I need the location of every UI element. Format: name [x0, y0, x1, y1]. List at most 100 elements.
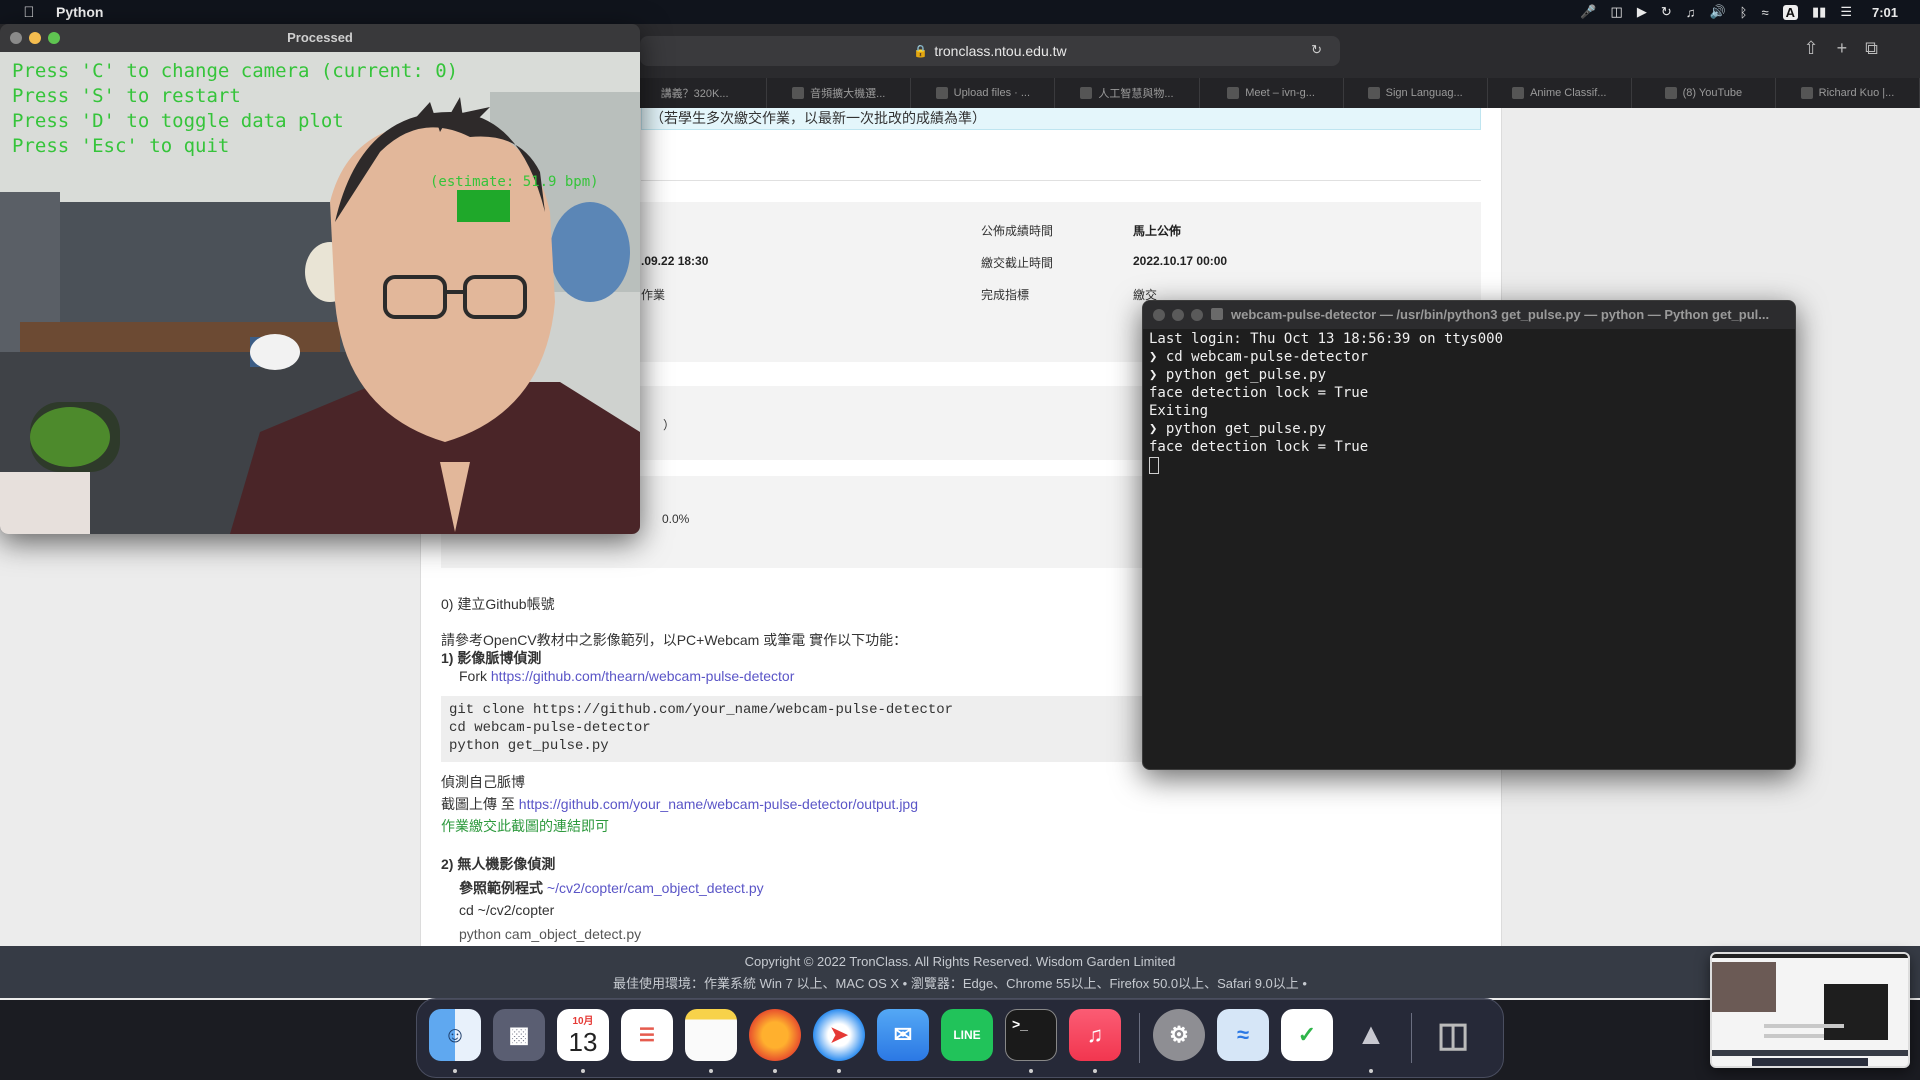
zoom-button[interactable]	[48, 32, 60, 44]
tab-item[interactable]: Meet – ivn-g...	[1200, 78, 1344, 108]
start-time-value: .09.22 18:30	[641, 254, 709, 268]
share-icon[interactable]: ⇧	[1804, 38, 1837, 58]
terminal-cursor	[1149, 457, 1159, 474]
terminal-window[interactable]: webcam-pulse-detector — /usr/bin/python3…	[1142, 300, 1796, 770]
close-button[interactable]	[1153, 309, 1165, 321]
code-line: git clone https://github.com/your_name/w…	[449, 702, 954, 718]
battery-icon[interactable]: ▮▮	[1812, 4, 1826, 20]
tab-item[interactable]: Upload files · ...	[911, 78, 1056, 108]
system-preferences-icon[interactable]: ⚙	[1153, 1009, 1205, 1061]
deadline-label: 繳交截止時間	[981, 256, 1054, 270]
rocket-icon[interactable]: ▲	[1345, 1009, 1397, 1061]
lock-icon: 🔒	[913, 44, 929, 58]
dock-separator	[1411, 1013, 1412, 1063]
tab-item[interactable]: 音頻擴大機選...	[767, 78, 912, 108]
terminal-output[interactable]: Last login: Thu Oct 13 18:56:39 on ttys0…	[1149, 331, 1503, 475]
finder-icon[interactable]: ☺	[429, 1009, 481, 1061]
type-value: 作業	[641, 288, 666, 302]
music-icon[interactable]: ♫	[1069, 1009, 1121, 1061]
code-line: python get_pulse.py	[449, 738, 609, 754]
wireless-diagnostics-icon[interactable]: ≈	[1217, 1009, 1269, 1061]
line-icon[interactable]: LINE	[941, 1009, 993, 1061]
play-icon[interactable]: ▶	[1637, 4, 1647, 20]
minimize-button[interactable]	[1172, 309, 1184, 321]
screen-mirror-icon[interactable]: ◫	[1611, 4, 1623, 20]
footer-copyright: Copyright © 2022 TronClass. All Rights R…	[744, 954, 1176, 969]
fork-label: Fork	[459, 668, 487, 684]
tab-overview-icon[interactable]: ⧉	[1865, 38, 1896, 58]
calendar-icon[interactable]: 10月 13	[557, 1009, 609, 1061]
submit-note: 作業繳交此截圖的連結即可	[441, 818, 609, 834]
reload-icon[interactable]: ↻	[1311, 42, 1328, 58]
tab-item[interactable]: (8) YouTube	[1632, 78, 1776, 108]
upload-label: 截圖上傳 至	[441, 796, 515, 812]
apple-menu-icon[interactable]: 	[20, 4, 38, 21]
tab-item[interactable]: Richard Kuo |...	[1776, 78, 1920, 108]
meet-icon	[1227, 87, 1240, 99]
address-bar[interactable]: 🔒 tronclass.ntou.edu.tw ↻	[640, 36, 1340, 66]
overlay-line: Press 'Esc' to quit	[12, 135, 230, 157]
tab-item[interactable]: 講義？320K...	[623, 78, 768, 108]
close-button[interactable]	[10, 32, 22, 44]
ref-link[interactable]: ~/cv2/copter/cam_object_detect.py	[547, 880, 764, 896]
new-tab-icon[interactable]: +	[1837, 38, 1866, 58]
notes-icon[interactable]	[685, 1009, 737, 1061]
footer-environment: 最佳使用環境：作業系統 Win 7 以上、MAC OS X • 瀏覽器：Edge…	[613, 976, 1307, 991]
tab-item[interactable]: Sign Languag...	[1344, 78, 1488, 108]
time-machine-icon[interactable]: ↻	[1661, 4, 1672, 20]
running-indicator	[453, 1069, 457, 1073]
step-2: 2) 無人機影像偵測	[441, 856, 556, 872]
running-indicator	[773, 1069, 777, 1073]
music-note-icon[interactable]: ♫	[1686, 5, 1696, 20]
dock: ☺ ▩ 10月 13 ☰ ➤ ✉ LINE >_ ♫ ⚙ ≈ ✓ ▲ ◫	[416, 998, 1504, 1078]
code-line: cd webcam-pulse-detector	[449, 720, 651, 736]
youtube-icon	[1664, 87, 1677, 99]
ref-label: 參照範例程式	[459, 880, 543, 896]
ref-line: 參照範例程式 ~/cv2/copter/cam_object_detect.py	[459, 878, 764, 898]
menu-bar:  Python 🎤 ◫ ▶ ↻ ♫ 🔊 ᛒ ≈ A ▮▮ ☰ 7:01	[0, 0, 1920, 24]
terminal-line: face detection lock = True	[1149, 439, 1369, 455]
control-center-icon[interactable]: ☰	[1840, 4, 1852, 20]
tab-favicon-icon	[1080, 87, 1093, 99]
tab-item[interactable]: 人工智慧與物...	[1055, 78, 1200, 108]
deadline-value: 2022.10.17 00:00	[1133, 254, 1228, 268]
overlay-line: Press 'C' to change camera (current: 0)	[12, 60, 459, 82]
terminal-line: Exiting	[1149, 403, 1209, 419]
safari-icon[interactable]: ➤	[813, 1009, 865, 1061]
camera-window-title: Processed	[0, 24, 640, 52]
mail-icon[interactable]: ✉	[877, 1009, 929, 1061]
firefox-icon[interactable]	[749, 1009, 801, 1061]
running-indicator	[709, 1069, 713, 1073]
upload-link[interactable]: https://github.com/your_name/webcam-puls…	[519, 796, 918, 812]
menu-bar-tray: 🎤 ◫ ▶ ↻ ♫ 🔊 ᛒ ≈ A ▮▮ ☰ 7:01	[1580, 0, 1920, 24]
trash-icon[interactable]: ◫	[1427, 1009, 1479, 1061]
reminders-icon[interactable]: ☰	[621, 1009, 673, 1061]
completion-label: 完成指標	[981, 288, 1030, 302]
volume-icon[interactable]: 🔊	[1709, 4, 1725, 20]
fork-link[interactable]: https://github.com/thearn/webcam-pulse-d…	[491, 668, 795, 684]
page-footer: Copyright © 2022 TronClass. All Rights R…	[0, 946, 1920, 998]
publish-value: 馬上公佈	[1133, 224, 1182, 238]
folder-icon	[1211, 308, 1223, 320]
tab-item[interactable]: Anime Classif...	[1488, 78, 1632, 108]
cut-line: python cam_object_detect.py	[459, 926, 642, 942]
security-shield-icon[interactable]: ✓	[1281, 1009, 1333, 1061]
input-a-icon[interactable]: A	[1782, 4, 1798, 20]
wifi-icon[interactable]: ≈	[1761, 5, 1768, 20]
zoom-button[interactable]	[1191, 309, 1203, 321]
intro-text: 請參考OpenCV教材中之影像範列，以PC+Webcam 或筆電 實作以下功能：	[441, 632, 908, 648]
bluetooth-icon[interactable]: ᛒ	[1740, 5, 1748, 20]
running-indicator	[837, 1069, 841, 1073]
kaggle-icon	[1367, 87, 1380, 99]
active-app-name[interactable]: Python	[56, 4, 103, 20]
terminal-icon[interactable]: >_	[1005, 1009, 1057, 1061]
minimize-button[interactable]	[29, 32, 41, 44]
fork-line: Fork https://github.com/thearn/webcam-pu…	[459, 668, 794, 684]
cd-line: cd ~/cv2/copter	[459, 902, 555, 918]
screenshot-thumbnail[interactable]	[1710, 952, 1910, 1068]
menu-bar-clock[interactable]: 7:01	[1872, 5, 1898, 20]
mic-icon[interactable]: 🎤	[1580, 4, 1596, 20]
processed-camera-window[interactable]: Processed Press 'C' to change camera (cu…	[0, 24, 640, 534]
launchpad-icon[interactable]: ▩	[493, 1009, 545, 1061]
calendar-month: 10月	[572, 1016, 594, 1027]
